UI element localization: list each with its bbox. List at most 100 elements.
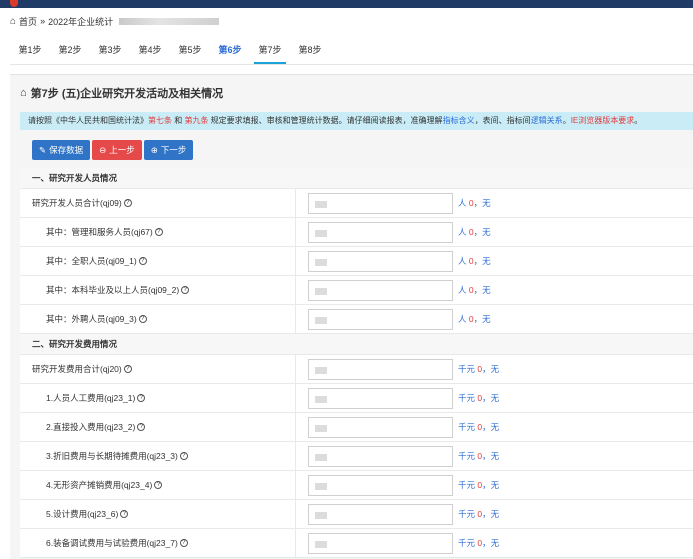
field-input[interactable]	[308, 280, 453, 301]
prev-step-button[interactable]: ⊖ 上一步	[92, 140, 142, 160]
notice-link-article9[interactable]: 第九条	[184, 116, 208, 125]
arrow-right-icon: ⊕	[150, 145, 158, 155]
help-icon[interactable]: ?	[138, 257, 147, 266]
tab-step-2[interactable]: 第2步	[50, 40, 90, 64]
notice-text: 和	[172, 116, 185, 125]
notice-link-article7[interactable]: 第七条	[148, 116, 172, 125]
notice-text: 请按照《中华人民共和国统计法》	[28, 116, 148, 125]
redacted-company-name	[119, 17, 220, 25]
unit-hint: 人 0，无	[458, 227, 491, 237]
help-icon[interactable]: ?	[138, 315, 147, 324]
field-label: 3.折旧费用与长期待摊费用(qj23_3)?	[20, 441, 296, 471]
unit-hint: 千元 0，无	[458, 364, 500, 374]
field-label: 研究开发费用合计(qj20)?	[20, 354, 296, 384]
field-input[interactable]	[308, 193, 453, 214]
notice-link-indicator-meaning[interactable]: 指标含义	[443, 116, 475, 125]
unit-hint: 千元 0，无	[458, 393, 500, 403]
field-input[interactable]	[308, 388, 453, 409]
notice-link-logic-relations[interactable]: 逻辑关系	[531, 116, 563, 125]
action-buttons: ✎ 保存数据 ⊖ 上一步 ⊕ 下一步	[32, 140, 194, 160]
tab-step-5[interactable]: 第5步	[170, 40, 210, 64]
field-input[interactable]	[308, 475, 453, 496]
field-label: 2.直接投入费用(qj23_2)?	[20, 412, 296, 442]
step-panel: ⌂ 第7步 (五)企业研究开发活动及相关情况 请按照《中华人民共和国统计法》第七…	[10, 74, 693, 559]
help-icon[interactable]: ?	[179, 539, 188, 548]
section-header-rd-staff: 一、研究开发人员情况	[20, 168, 693, 189]
field-label: 4.无形资产摊销费用(qj23_4)?	[20, 470, 296, 500]
step-tabs: 第1步 第2步 第3步 第4步 第5步 第6步 第7步 第8步	[10, 40, 330, 64]
notice-link-ie-requirement[interactable]: IE浏览器版本要求	[571, 116, 635, 125]
unit-hint: 千元 0，无	[458, 480, 500, 490]
prev-button-label: 上一步	[109, 145, 135, 155]
help-icon[interactable]: ?	[154, 481, 163, 490]
tabs-divider	[10, 64, 693, 65]
unit-hint: 人 0，无	[458, 198, 491, 208]
home-icon: ⌂	[10, 15, 17, 27]
help-icon[interactable]: ?	[181, 286, 190, 295]
notice-text: 规定要求填报、审核和管理统计数据。请仔细阅读报表，准确理解	[208, 116, 443, 125]
arrow-left-icon: ⊖	[99, 145, 107, 155]
unit-hint: 人 0，无	[458, 285, 491, 295]
form-row: 其中：全职人员(qj09_1)? 人 0，无	[20, 246, 693, 276]
help-icon[interactable]: ?	[137, 394, 146, 403]
notice-text: 。	[562, 116, 571, 125]
unit-hint: 千元 0，无	[458, 451, 500, 461]
form-row: 5.设计费用(qj23_6)? 千元 0，无	[20, 499, 693, 529]
help-icon[interactable]: ?	[137, 423, 146, 432]
field-input[interactable]	[308, 309, 453, 330]
field-label: 6.装备调试费用与试验费用(qj23_7)?	[20, 528, 296, 558]
tab-step-6[interactable]: 第6步	[210, 40, 250, 64]
logo-icon	[10, 0, 18, 7]
top-header-bar	[0, 0, 693, 8]
page-title-text: 第7步 (五)企业研究开发活动及相关情况	[30, 88, 224, 100]
form-row: 其中：管理和服务人员(qj67)? 人 0，无	[20, 217, 693, 247]
field-label: 其中：外聘人员(qj09_3)?	[20, 304, 296, 334]
notice-text: 。	[634, 116, 643, 125]
help-icon[interactable]: ?	[123, 365, 132, 374]
notice-text: ，表间、指标间	[474, 116, 531, 125]
next-button-label: 下一步	[160, 145, 187, 155]
help-icon[interactable]: ?	[154, 228, 163, 237]
page-title: ⌂ 第7步 (五)企业研究开发活动及相关情况	[20, 85, 223, 101]
next-step-button[interactable]: ⊕ 下一步	[143, 140, 194, 160]
unit-hint: 千元 0，无	[458, 509, 500, 519]
form-row: 6.装备调试费用与试验费用(qj23_7)? 千元 0，无	[20, 528, 693, 558]
tab-step-1[interactable]: 第1步	[10, 40, 50, 64]
tab-step-4[interactable]: 第4步	[130, 40, 170, 64]
field-input[interactable]	[308, 533, 453, 554]
form-row: 3.折旧费用与长期待摊费用(qj23_3)? 千元 0，无	[20, 441, 693, 471]
unit-hint: 人 0，无	[458, 314, 491, 324]
field-label: 研究开发人员合计(qj09)?	[20, 188, 296, 218]
form-row: 4.无形资产摊销费用(qj23_4)? 千元 0，无	[20, 470, 693, 500]
field-input[interactable]	[308, 222, 453, 243]
field-label: 1.人员人工费用(qj23_1)?	[20, 383, 296, 413]
field-input[interactable]	[308, 417, 453, 438]
help-icon[interactable]: ?	[123, 199, 132, 208]
field-input[interactable]	[308, 446, 453, 467]
form-row: 研究开发人员合计(qj09)? 人 0，无	[20, 188, 693, 218]
home-icon: ⌂	[20, 87, 27, 99]
unit-hint: 人 0，无	[458, 256, 491, 266]
tab-step-3[interactable]: 第3步	[90, 40, 130, 64]
breadcrumb-home[interactable]: 首页	[19, 15, 37, 28]
form-row: 研究开发费用合计(qj20)? 千元 0，无	[20, 354, 693, 384]
breadcrumb: ⌂ 首页 » 2022年企业统计	[10, 14, 220, 28]
help-icon[interactable]: ?	[120, 510, 129, 519]
field-input[interactable]	[308, 251, 453, 272]
field-input[interactable]	[308, 504, 453, 525]
survey-form: 一、研究开发人员情况 研究开发人员合计(qj09)? 人 0，无 其中：管理和服…	[20, 168, 693, 558]
form-row: 其中：本科毕业及以上人员(qj09_2)? 人 0，无	[20, 275, 693, 305]
tab-step-7[interactable]: 第7步	[250, 40, 290, 64]
help-icon[interactable]: ?	[179, 452, 188, 461]
notice-banner: 请按照《中华人民共和国统计法》第七条 和 第九条 规定要求填报、审核和管理统计数…	[20, 112, 693, 130]
save-button-label: 保存数据	[49, 145, 84, 155]
field-label: 其中：本科毕业及以上人员(qj09_2)?	[20, 275, 296, 305]
save-button[interactable]: ✎ 保存数据	[32, 140, 91, 160]
form-row: 2.直接投入费用(qj23_2)? 千元 0，无	[20, 412, 693, 442]
breadcrumb-current: 2022年企业统计	[48, 16, 114, 27]
field-input[interactable]	[308, 359, 453, 380]
tab-step-8[interactable]: 第8步	[290, 40, 330, 64]
breadcrumb-separator: »	[40, 16, 46, 26]
section-header-rd-expense: 二、研究开发费用情况	[20, 334, 693, 355]
field-label: 其中：管理和服务人员(qj67)?	[20, 217, 296, 247]
